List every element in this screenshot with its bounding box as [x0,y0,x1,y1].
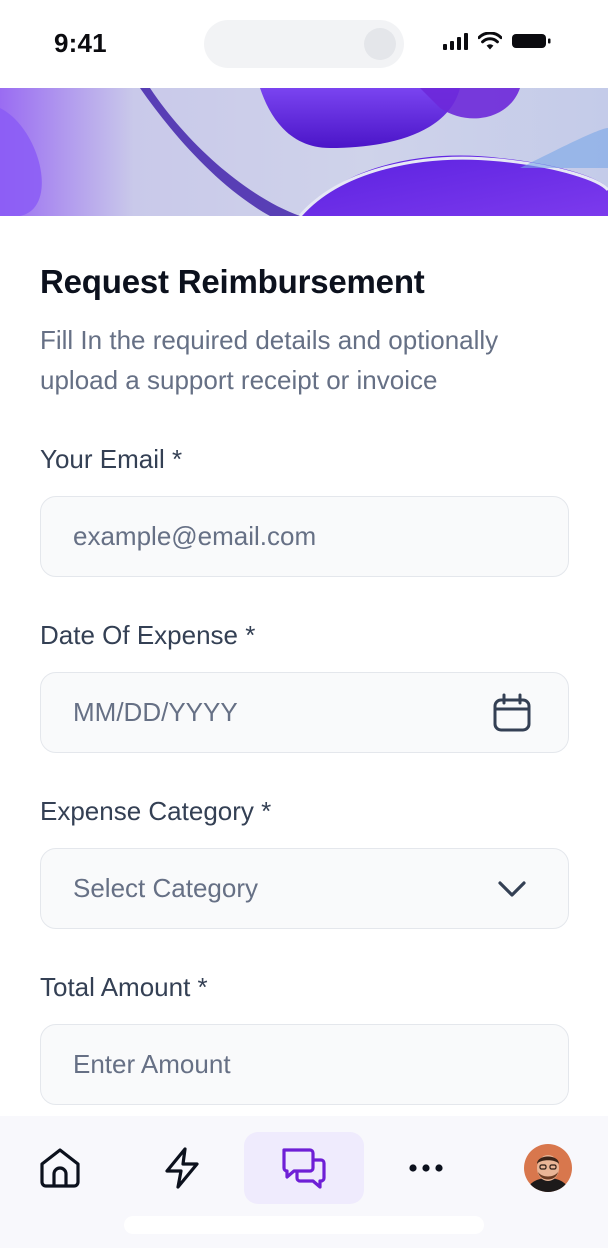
calendar-icon[interactable] [492,693,532,733]
lightning-icon [165,1147,199,1189]
home-indicator [124,1216,484,1234]
chat-icon [282,1148,326,1189]
chevron-down-icon [498,881,526,897]
date-label: Date Of Expense * [40,620,256,650]
bottom-nav [0,1116,608,1248]
cellular-signal-icon [443,32,468,50]
more-icon [409,1164,443,1172]
avatar [524,1144,572,1192]
email-placeholder: example@email.com [73,521,317,551]
nav-home[interactable] [0,1132,120,1204]
camera-dot [364,28,396,60]
email-field[interactable]: example@email.com [40,496,569,577]
amount-label: Total Amount * [40,972,208,1002]
nav-messages[interactable] [244,1132,364,1204]
category-label: Expense Category * [40,796,272,826]
email-label: Your Email * [40,444,183,474]
amount-field[interactable]: Enter Amount [40,1024,569,1105]
nav-activity[interactable] [122,1132,242,1204]
wifi-icon [478,32,502,50]
nav-more[interactable] [366,1132,486,1204]
status-time: 9:41 [54,28,107,58]
category-placeholder: Select Category [73,873,258,903]
status-icons [443,32,552,50]
category-select[interactable]: Select Category [40,848,569,929]
dynamic-island [204,20,404,68]
page-title: Request Reimbursement [40,263,425,300]
amount-placeholder: Enter Amount [73,1049,231,1079]
nav-profile[interactable] [488,1132,608,1204]
home-icon [40,1148,80,1188]
page-subtitle: Fill In the required details and optiona… [40,325,499,395]
status-bar: 9:41 [0,0,608,88]
date-placeholder: MM/DD/YYYY [73,697,238,727]
battery-icon [512,34,551,48]
hero-abstract-graphic [0,88,608,216]
date-field[interactable]: MM/DD/YYYY [40,672,569,753]
hero-banner [0,88,608,216]
